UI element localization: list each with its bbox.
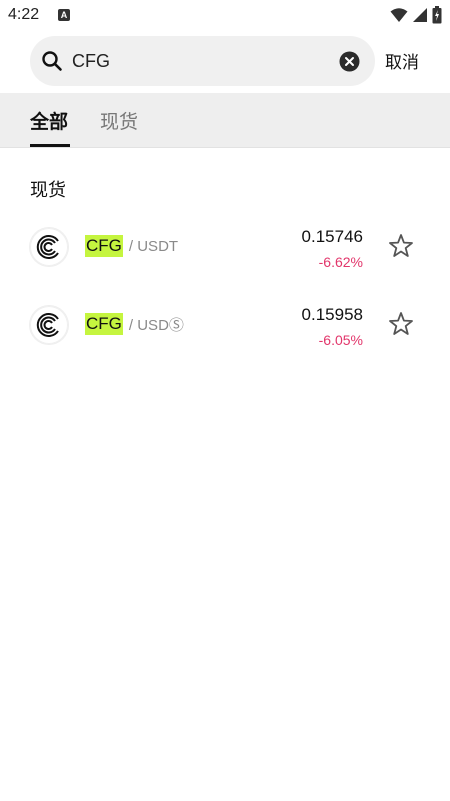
favorite-star-icon[interactable] (387, 310, 415, 338)
tab-bar: 全部 现货 (0, 93, 450, 148)
quote-symbol: / USDⓈ (128, 316, 184, 334)
status-time: 4:22 (8, 6, 40, 23)
tab-spot[interactable]: 现货 (100, 107, 138, 134)
clear-icon[interactable] (339, 51, 360, 72)
active-tab-indicator (30, 144, 70, 147)
tab-all[interactable]: 全部 (30, 107, 68, 134)
battery-icon (432, 6, 442, 24)
signal-icon (413, 8, 427, 22)
status-bar: 4:22 A (0, 0, 450, 30)
price-change: -6.62% (318, 254, 363, 270)
search-icon (42, 51, 62, 71)
search-box[interactable] (30, 36, 375, 86)
search-row: 取消 (0, 36, 450, 88)
notification-app-icon: A (58, 9, 70, 21)
trading-pair: CFG / USDT (85, 235, 178, 257)
list-item[interactable]: CFG / USDⓈ 0.15958 -6.05% (0, 290, 450, 360)
favorite-star-icon[interactable] (387, 232, 415, 260)
cancel-button[interactable]: 取消 (385, 48, 419, 73)
price: 0.15958 (301, 305, 363, 324)
trading-pair: CFG / USDⓈ (85, 313, 184, 335)
quote-symbol: / USDT (128, 237, 179, 255)
cfg-logo-icon (30, 228, 68, 266)
base-symbol: CFG (85, 313, 123, 335)
status-icons (390, 6, 442, 24)
price: 0.15746 (301, 227, 363, 246)
section-title: 现货 (30, 180, 66, 201)
wifi-icon (390, 8, 408, 22)
base-symbol: CFG (85, 235, 123, 257)
cfg-logo-icon (30, 306, 68, 344)
price-change: -6.05% (318, 332, 363, 348)
search-input[interactable] (72, 47, 322, 75)
list-item[interactable]: CFG / USDT 0.15746 -6.62% (0, 212, 450, 282)
